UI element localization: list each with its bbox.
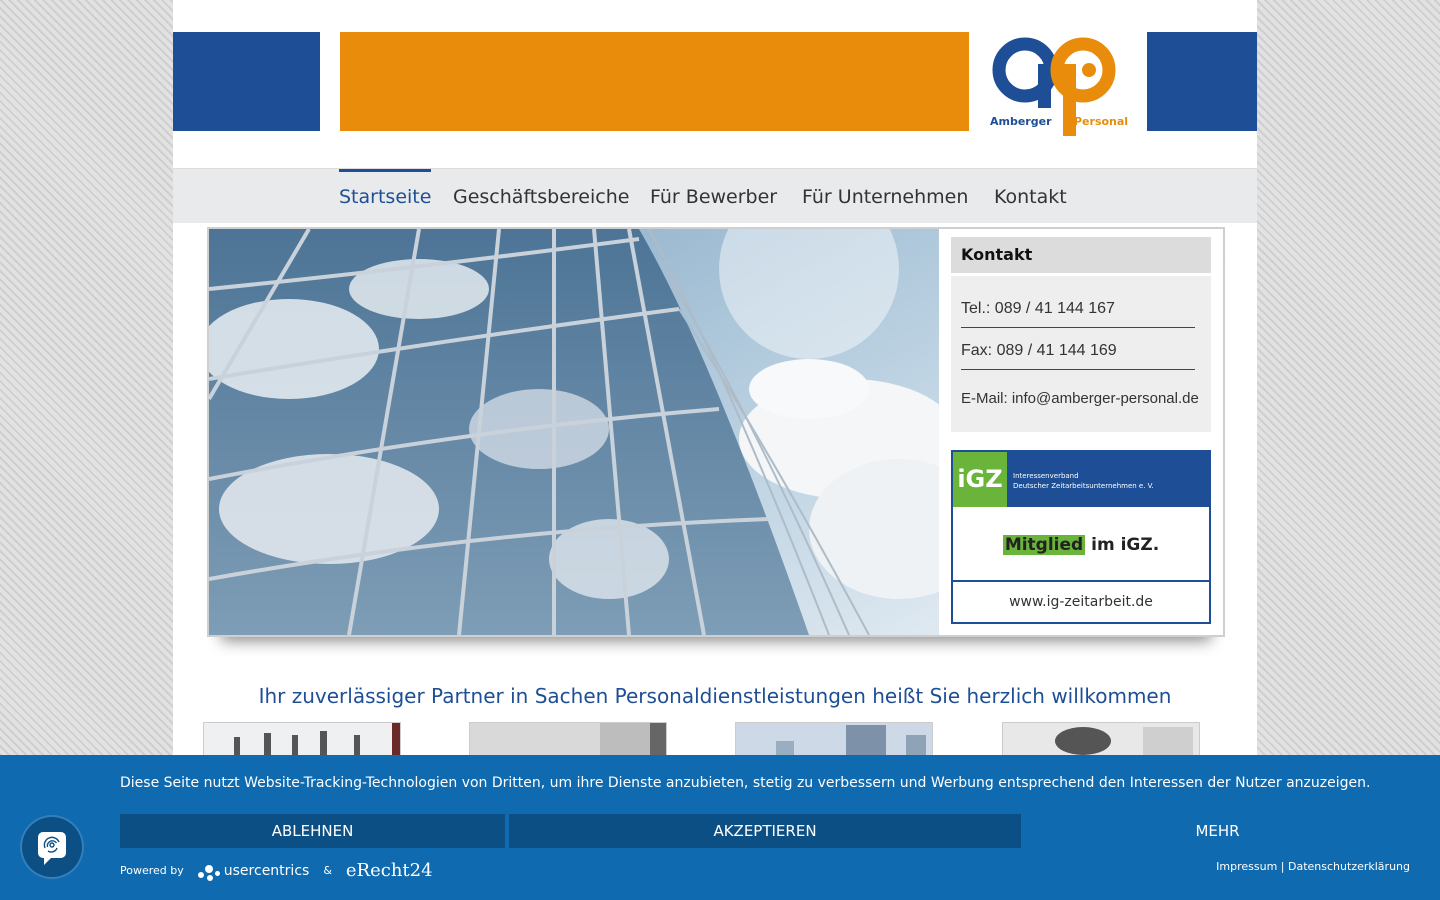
igz-subtitle-line2: Deutscher Zeitarbeitsunternehmen e. V.: [1013, 482, 1154, 490]
usercentrics-logo[interactable]: usercentrics: [197, 861, 310, 881]
hero-building-photo: [209, 229, 939, 635]
nav-item-fuer-bewerber[interactable]: Für Bewerber: [650, 169, 777, 223]
kontakt-title: Kontakt: [951, 237, 1211, 273]
hero-slider: Kontakt Tel.: 089 / 41 144 167 Fax: 089 …: [207, 227, 1225, 637]
logo-text-personal: Personal: [1074, 115, 1129, 128]
igz-header: iGZ Interessenverband Deutscher Zeitarbe…: [953, 452, 1209, 507]
nav-item-kontakt[interactable]: Kontakt: [994, 169, 1067, 223]
nav-item-startseite[interactable]: Startseite: [339, 169, 432, 226]
contact-email-row: E-Mail: info@amberger-personal.de: [961, 390, 1211, 407]
privacy-link[interactable]: Datenschutzerklärung: [1288, 860, 1410, 873]
accept-button[interactable]: AKZEPTIEREN: [509, 814, 1021, 848]
more-button[interactable]: MEHR: [1025, 814, 1410, 848]
kontakt-box: Tel.: 089 / 41 144 167 Fax: 089 / 41 144…: [951, 276, 1211, 432]
igz-member-word: Mitglied: [1002, 535, 1086, 555]
igz-subtitle-line1: Interessenverband: [1013, 472, 1079, 480]
logo-text-amberger: Amberger: [990, 115, 1052, 128]
main-nav: Startseite Geschäftsbereiche Für Bewerbe…: [173, 168, 1257, 223]
erecht24-logo[interactable]: eRecht24: [346, 860, 433, 881]
privacy-settings-button[interactable]: [22, 817, 82, 877]
nav-item-fuer-unternehmen[interactable]: Für Unternehmen: [802, 169, 968, 223]
header-band-right: [1147, 32, 1257, 131]
nav-item-geschaeftsbereiche[interactable]: Geschäftsbereiche: [453, 169, 629, 223]
usercentrics-dots-icon: [197, 861, 222, 881]
igz-subtitle: Interessenverband Deutscher Zeitarbeitsu…: [1013, 471, 1154, 491]
contact-email-label: E-Mail:: [961, 390, 1008, 407]
legal-separator: |: [1280, 860, 1285, 873]
contact-sidebar: Kontakt Tel.: 089 / 41 144 167 Fax: 089 …: [951, 237, 1211, 624]
powered-by: Powered by usercentrics & eRecht24: [120, 860, 433, 881]
impressum-link[interactable]: Impressum: [1216, 860, 1277, 873]
igz-member-text: Mitglied im iGZ.: [953, 507, 1209, 582]
amberger-personal-logo[interactable]: Amberger Personal: [985, 36, 1133, 140]
welcome-headline: Ihr zuverlässiger Partner in Sachen Pers…: [258, 684, 1172, 708]
cookie-consent-banner: Diese Seite nutzt Website-Tracking-Techn…: [0, 755, 1440, 900]
igz-logo: iGZ: [953, 452, 1007, 507]
powered-by-label: Powered by: [120, 864, 184, 877]
fingerprint-chat-icon: [38, 832, 66, 865]
consent-text: Diese Seite nutzt Website-Tracking-Techn…: [120, 775, 1371, 791]
ampersand: &: [323, 864, 332, 877]
contact-phone: Tel.: 089 / 41 144 167: [961, 300, 1195, 328]
contact-fax: Fax: 089 / 41 144 169: [961, 342, 1195, 370]
legal-links: Impressum | Datenschutzerklärung: [1216, 860, 1410, 873]
header-band-left: [173, 32, 320, 131]
contact-email-link[interactable]: info@amberger-personal.de: [1012, 390, 1199, 407]
igz-member-rest: im iGZ.: [1085, 535, 1160, 555]
header-band-orange: [340, 32, 969, 131]
decline-button[interactable]: ABLEHNEN: [120, 814, 505, 848]
usercentrics-label: usercentrics: [223, 862, 310, 879]
igz-url: www.ig-zeitarbeit.de: [1009, 594, 1153, 610]
igz-member-badge[interactable]: iGZ Interessenverband Deutscher Zeitarbe…: [951, 450, 1211, 624]
